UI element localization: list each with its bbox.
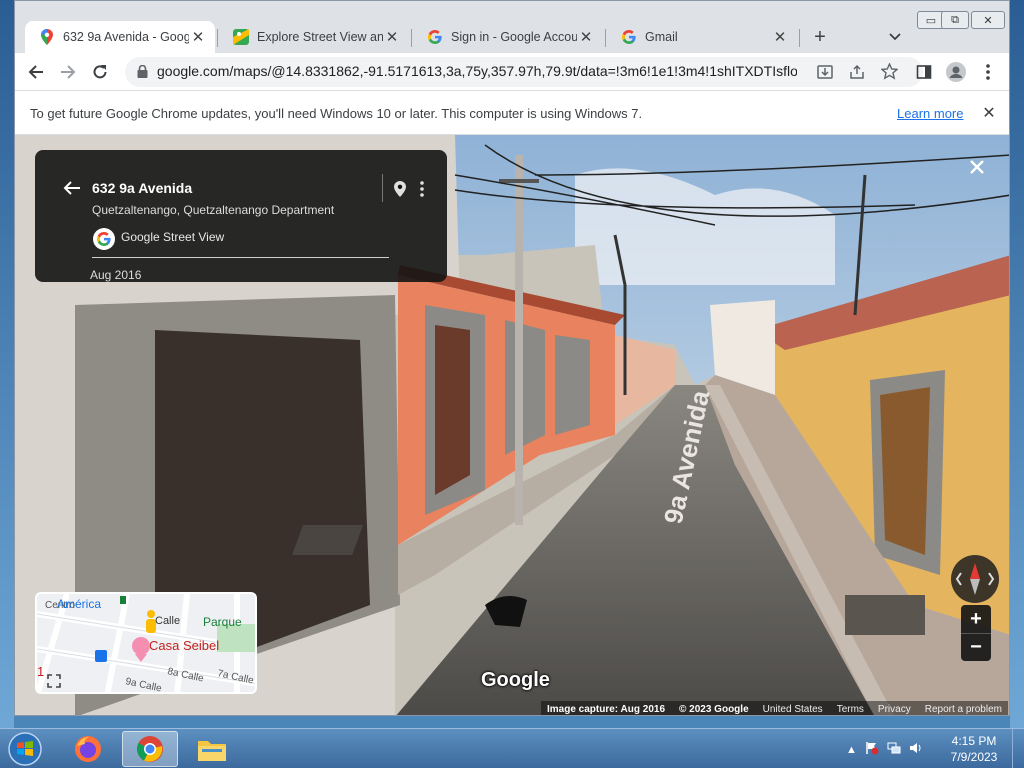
profile-avatar-icon[interactable] <box>943 59 969 85</box>
tab-separator <box>799 29 800 47</box>
minimap-label: Parque <box>203 615 242 629</box>
pegman-icon <box>146 610 156 633</box>
minimap-label: Casa Seibel <box>149 638 219 653</box>
tab-sign-in[interactable]: Sign in - Google Accounts ✕ <box>413 21 603 53</box>
clock-time: 4:15 PM <box>951 734 997 748</box>
network-icon[interactable] <box>887 741 901 758</box>
minimap-label: Calle <box>155 615 180 627</box>
install-app-icon[interactable] <box>817 64 833 83</box>
system-tray: ▲ <box>846 741 923 758</box>
tab-separator <box>411 29 412 47</box>
tab-title: Sign in - Google Accounts <box>451 30 577 44</box>
desktop-background-right <box>1010 0 1024 728</box>
maps-pin-icon <box>39 29 55 45</box>
system-clock[interactable]: 4:15 PM 7/9/2023 <box>944 733 1004 765</box>
image-capture-text: Image capture: Aug 2016 <box>547 703 666 715</box>
tab-close-icon[interactable]: ✕ <box>577 28 595 46</box>
reload-icon[interactable] <box>87 59 113 85</box>
tab-street-view[interactable]: Explore Street View and ✕ <box>219 21 409 53</box>
maximize-button[interactable]: ⧉ <box>941 11 969 29</box>
tab-title: 632 9a Avenida - Google Maps <box>63 30 189 44</box>
windows-start-icon[interactable] <box>5 730 45 768</box>
show-desktop-button[interactable] <box>1012 729 1024 768</box>
side-panel-icon[interactable] <box>911 59 937 85</box>
place-title: 632 9a Avenida <box>92 180 193 196</box>
tab-close-icon[interactable]: ✕ <box>383 28 401 46</box>
close-window-button[interactable]: ✕ <box>971 11 1005 29</box>
google-icon <box>93 228 115 250</box>
tab-close-icon[interactable]: ✕ <box>771 28 789 46</box>
firefox-icon[interactable] <box>60 731 116 767</box>
tab-search-chevron-icon[interactable] <box>883 25 907 49</box>
new-tab-button[interactable]: + <box>808 25 832 49</box>
chrome-icon[interactable] <box>122 731 178 767</box>
google-watermark: Google <box>481 669 550 691</box>
tab-title: Gmail <box>645 30 678 44</box>
place-subtitle: Quetzaltenango, Quetzaltenango Departmen… <box>92 203 335 217</box>
copyright-text: © 2023 Google <box>679 703 749 715</box>
minimap-label: 1 <box>37 664 44 679</box>
bookmark-star-icon[interactable] <box>880 62 899 83</box>
file-explorer-icon[interactable] <box>184 731 240 767</box>
chrome-window: 632 9a Avenida - Google Maps ✕ Explore S… <box>14 0 1010 716</box>
volume-icon[interactable] <box>909 741 923 758</box>
lock-icon[interactable] <box>137 64 148 81</box>
menu-kebab-icon[interactable] <box>975 59 1001 85</box>
mini-map-graphic: Centro América Calle Parque Casa Seibel … <box>37 594 255 692</box>
street-view-icon <box>233 29 249 45</box>
clock-date: 7/9/2023 <box>950 750 998 764</box>
expand-map-icon[interactable] <box>45 672 63 690</box>
infobar-message: To get future Google Chrome updates, you… <box>30 106 643 121</box>
map-footer: Image capture: Aug 2016 © 2023 Google Un… <box>541 701 1008 715</box>
more-options-icon[interactable] <box>412 179 432 199</box>
tab-separator <box>217 29 218 47</box>
tab-gmail[interactable]: Gmail ✕ <box>607 21 797 53</box>
tab-strip: 632 9a Avenida - Google Maps ✕ Explore S… <box>15 1 1009 53</box>
minimap-label: América <box>57 597 101 611</box>
location-pin-icon[interactable] <box>390 179 410 199</box>
update-infobar: To get future Google Chrome updates, you… <box>15 91 1009 135</box>
source-label[interactable]: Google Street View <box>121 230 224 244</box>
zoom-controls: + − <box>961 605 991 661</box>
country-link[interactable]: United States <box>763 704 823 715</box>
close-street-view-icon[interactable] <box>965 155 989 179</box>
learn-more-link[interactable]: Learn more <box>897 106 963 121</box>
google-icon <box>427 29 443 45</box>
back-arrow-icon[interactable] <box>61 177 83 199</box>
google-icon <box>621 29 637 45</box>
compass-icon[interactable] <box>951 555 999 603</box>
tab-maps[interactable]: 632 9a Avenida - Google Maps ✕ <box>25 21 215 53</box>
tab-title: Explore Street View and <box>257 30 383 44</box>
tab-separator <box>605 29 606 47</box>
share-icon[interactable] <box>849 64 865 83</box>
street-view-panorama[interactable]: 9a Avenida 632 9a Avenida Quetzaltenango… <box>15 135 1009 715</box>
privacy-link[interactable]: Privacy <box>878 704 911 715</box>
capture-date[interactable]: Aug 2016 <box>90 268 141 282</box>
back-arrow-icon[interactable] <box>23 59 49 85</box>
forward-arrow-icon[interactable] <box>55 59 81 85</box>
browser-toolbar: google.com/maps/@14.8331862,-91.5171613,… <box>15 53 1009 91</box>
tab-close-icon[interactable]: ✕ <box>189 28 207 46</box>
zoom-in-button[interactable]: + <box>961 605 991 633</box>
place-info-card: 632 9a Avenida Quetzaltenango, Quetzalte… <box>35 150 447 282</box>
card-divider <box>382 174 383 202</box>
zoom-out-button[interactable]: − <box>961 633 991 661</box>
infobar-close-icon[interactable]: ✕ <box>979 103 999 123</box>
desktop-background-left <box>0 0 14 728</box>
card-divider <box>92 257 389 258</box>
address-bar[interactable]: google.com/maps/@14.8331862,-91.5171613,… <box>125 57 923 87</box>
terms-link[interactable]: Terms <box>837 704 864 715</box>
mini-map[interactable]: Centro América Calle Parque Casa Seibel … <box>35 592 257 694</box>
windows-taskbar: ▲ 4:15 PM 7/9/2023 <box>0 728 1024 768</box>
show-hidden-icons-icon[interactable]: ▲ <box>846 744 857 756</box>
action-center-flag-icon[interactable] <box>865 741 879 758</box>
url-text[interactable]: google.com/maps/@14.8331862,-91.5171613,… <box>157 63 797 79</box>
report-problem-link[interactable]: Report a problem <box>925 704 1002 715</box>
